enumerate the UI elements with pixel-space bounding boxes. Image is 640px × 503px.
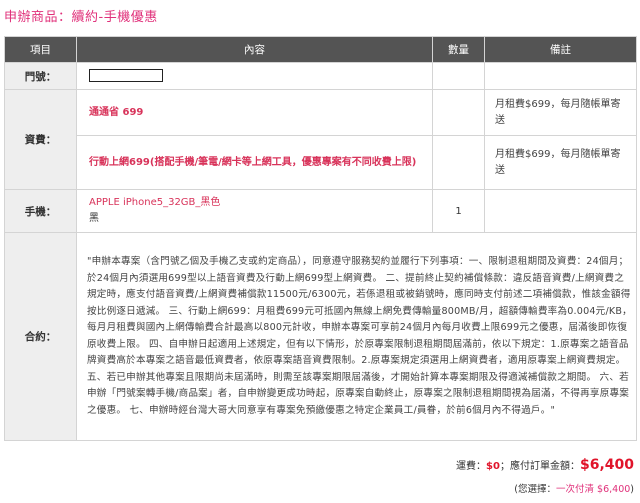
order-table: 項目 內容 數量 備註 門號： 資費： 通通省 699 月租費$699，每月隨帳… — [4, 36, 637, 441]
fee-plan2-cell: 行動上網699(搭配手機/筆電/網卡等上網工具，優惠專案有不同收費上限) — [76, 135, 433, 190]
fee-plan2-qty — [432, 135, 485, 190]
header-note: 備註 — [484, 36, 637, 63]
contract-row: 合約： "申辦本專案（含門號乙個及手機乙支或約定商品），同意遵守服務契約並履行下… — [4, 232, 637, 441]
selected-payment: 一次付清 $6,400 — [556, 484, 631, 495]
header-item: 項目 — [4, 36, 77, 63]
phone-label: 手機： — [4, 189, 77, 233]
contract-label: 合約： — [4, 232, 77, 441]
phone-note — [484, 189, 637, 233]
door-number-row: 門號： — [4, 62, 637, 90]
header-content: 內容 — [76, 36, 433, 63]
door-number-label: 門號： — [4, 62, 77, 90]
header-qty: 數量 — [432, 36, 485, 63]
selected-open: (您選擇： — [514, 484, 557, 495]
door-number-note — [484, 62, 637, 90]
shipping-value: $0 — [486, 461, 500, 472]
contract-text: "申辦本專案（含門號乙個及手機乙支或約定商品），同意遵守服務契約並履行下列事項：… — [76, 232, 637, 441]
phone-color: 黑 — [89, 213, 99, 224]
fee-plan1-note: 月租費$699，每月隨帳單寄送 — [484, 89, 637, 136]
fee-row-plan2: 行動上網699(搭配手機/筆電/網卡等上網工具，優惠專案有不同收費上限) 月租費… — [5, 135, 637, 190]
selected-close: ) — [630, 484, 634, 495]
phone-qty: 1 — [432, 189, 485, 233]
total-label: ；應付訂單金額： — [499, 461, 580, 472]
fee-plan1-qty — [432, 89, 485, 136]
redacted-door-number — [89, 68, 163, 82]
page-title: 申辦商品：續約-手機優惠 — [4, 10, 158, 25]
table-header-row: 項目 內容 數量 備註 — [4, 36, 637, 63]
order-summary: 運費：$0；應付訂單金額：$6,400 — [456, 457, 634, 473]
phone-cell: APPLE iPhone5_32GB_黑色 黑 — [76, 189, 433, 233]
phone-model: APPLE iPhone5_32GB_黑色 — [89, 197, 221, 208]
fee-plan2-note: 月租費$699，每月隨帳單寄送 — [484, 135, 637, 190]
fee-plan1-cell: 通通省 699 — [76, 89, 433, 136]
total-value: $6,400 — [579, 457, 634, 473]
door-number-cell — [76, 62, 433, 90]
fee-plan1-name: 通通省 699 — [89, 106, 144, 118]
phone-row: 手機： APPLE iPhone5_32GB_黑色 黑 1 — [4, 189, 637, 233]
fee-label: 資費： — [4, 89, 77, 190]
payment-selection: (您選擇：一次付清 $6,400) — [514, 481, 634, 495]
shipping-label: 運費： — [456, 461, 487, 472]
door-number-qty — [432, 62, 485, 90]
fee-row-plan1: 資費： 通通省 699 月租費$699，每月隨帳單寄送 — [4, 89, 637, 190]
fee-plan2-name: 行動上網699(搭配手機/筆電/網卡等上網工具，優惠專案有不同收費上限) — [89, 156, 417, 168]
